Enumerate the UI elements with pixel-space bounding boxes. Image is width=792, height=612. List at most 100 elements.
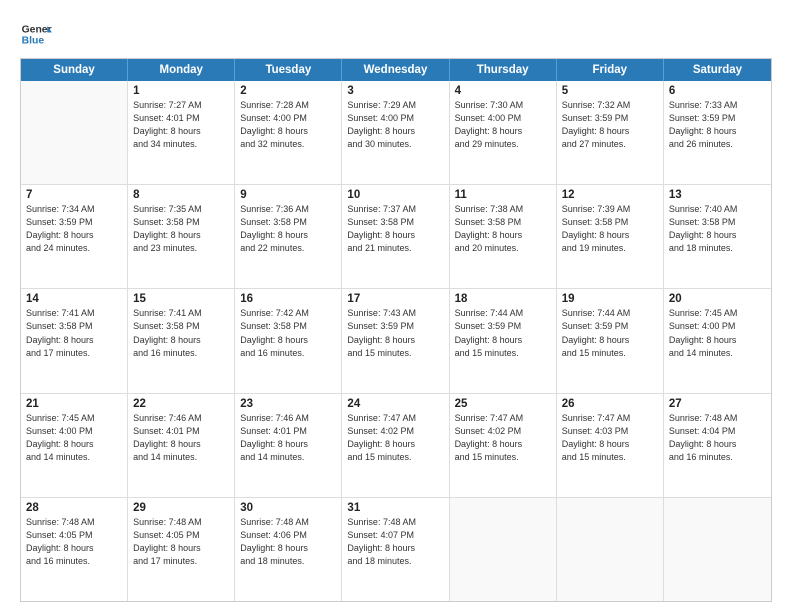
calendar-cell: 6 Sunrise: 7:33 AM Sunset: 3:59 PM Daylig… [664, 81, 771, 184]
day-info: Sunrise: 7:47 AM Sunset: 4:03 PM Dayligh… [562, 412, 658, 464]
day-info: Sunrise: 7:42 AM Sunset: 3:58 PM Dayligh… [240, 307, 336, 359]
day-number: 31 [347, 502, 443, 514]
calendar-cell: 14Sunrise: 7:41 AM Sunset: 3:58 PM Dayli… [21, 289, 128, 392]
calendar-cell: 28 Sunrise: 7:48 AM Sunset: 4:05 PM Dayli… [21, 498, 128, 601]
day-info: Sunrise: 7:28 AM Sunset: 4:00 PM Dayligh… [240, 99, 336, 151]
calendar-cell: 12 Sunrise: 7:39 AM Sunset: 3:58 PM Dayli… [557, 185, 664, 288]
day-info: Sunrise: 7:48 AM Sunset: 4:06 PM Dayligh… [240, 516, 336, 568]
calendar-cell: 23 Sunrise: 7:46 AM Sunset: 4:01 PM Dayli… [235, 394, 342, 497]
day-number: 7 [26, 189, 122, 201]
day-number: 24 [347, 398, 443, 410]
calendar-cell: 29 Sunrise: 7:48 AM Sunset: 4:05 PM Dayli… [128, 498, 235, 601]
day-number: 28 [26, 502, 122, 514]
header-day-saturday: Saturday [664, 59, 771, 81]
day-number: 30 [240, 502, 336, 514]
calendar-cell: 20Sunrise: 7:45 AM Sunset: 4:00 PM Dayli… [664, 289, 771, 392]
day-number: 18 [455, 293, 551, 305]
day-info: Sunrise: 7:48 AM Sunset: 4:04 PM Dayligh… [669, 412, 766, 464]
svg-text:Blue: Blue [22, 36, 45, 47]
day-number: 5 [562, 85, 658, 97]
calendar-cell [450, 498, 557, 601]
day-number: 1 [133, 85, 229, 97]
calendar-cell: 13Sunrise: 7:40 AM Sunset: 3:58 PM Dayli… [664, 185, 771, 288]
day-number: 12 [562, 189, 658, 201]
day-info: Sunrise: 7:37 AM Sunset: 3:58 PM Dayligh… [347, 203, 443, 255]
day-number: 23 [240, 398, 336, 410]
day-info: Sunrise: 7:47 AM Sunset: 4:02 PM Dayligh… [455, 412, 551, 464]
day-info: Sunrise: 7:40 AM Sunset: 3:58 PM Dayligh… [669, 203, 766, 255]
day-info: Sunrise: 7:43 AM Sunset: 3:59 PM Dayligh… [347, 307, 443, 359]
calendar-week-3: 14Sunrise: 7:41 AM Sunset: 3:58 PM Dayli… [21, 289, 771, 393]
calendar-week-2: 7 Sunrise: 7:34 AM Sunset: 3:59 PM Daylig… [21, 185, 771, 289]
calendar-cell: 27 Sunrise: 7:48 AM Sunset: 4:04 PM Dayli… [664, 394, 771, 497]
header-day-thursday: Thursday [450, 59, 557, 81]
calendar-cell: 5Sunrise: 7:32 AM Sunset: 3:59 PM Daylig… [557, 81, 664, 184]
day-number: 10 [347, 189, 443, 201]
day-info: Sunrise: 7:47 AM Sunset: 4:02 PM Dayligh… [347, 412, 443, 464]
calendar-cell: 17 Sunrise: 7:43 AM Sunset: 3:59 PM Dayli… [342, 289, 449, 392]
day-info: Sunrise: 7:44 AM Sunset: 3:59 PM Dayligh… [455, 307, 551, 359]
day-number: 17 [347, 293, 443, 305]
calendar-cell: 16 Sunrise: 7:42 AM Sunset: 3:58 PM Dayli… [235, 289, 342, 392]
calendar-body: 1 Sunrise: 7:27 AM Sunset: 4:01 PM Daylig… [21, 81, 771, 601]
calendar-header: SundayMondayTuesdayWednesdayThursdayFrid… [21, 59, 771, 81]
header-day-sunday: Sunday [21, 59, 128, 81]
calendar-page: General Blue SundayMondayTuesdayWednesda… [0, 0, 792, 612]
calendar-cell: 3 Sunrise: 7:29 AM Sunset: 4:00 PM Daylig… [342, 81, 449, 184]
day-info: Sunrise: 7:41 AM Sunset: 3:58 PM Dayligh… [133, 307, 229, 359]
calendar-cell: 25Sunrise: 7:47 AM Sunset: 4:02 PM Dayli… [450, 394, 557, 497]
day-number: 4 [455, 85, 551, 97]
calendar-week-4: 21 Sunrise: 7:45 AM Sunset: 4:00 PM Dayli… [21, 394, 771, 498]
logo-icon: General Blue [20, 18, 52, 50]
day-info: Sunrise: 7:46 AM Sunset: 4:01 PM Dayligh… [240, 412, 336, 464]
day-info: Sunrise: 7:45 AM Sunset: 4:00 PM Dayligh… [669, 307, 766, 359]
day-number: 9 [240, 189, 336, 201]
calendar-cell: 10 Sunrise: 7:37 AM Sunset: 3:58 PM Dayli… [342, 185, 449, 288]
day-info: Sunrise: 7:33 AM Sunset: 3:59 PM Dayligh… [669, 99, 766, 151]
day-number: 2 [240, 85, 336, 97]
day-number: 29 [133, 502, 229, 514]
calendar-cell: 8Sunrise: 7:35 AM Sunset: 3:58 PM Daylig… [128, 185, 235, 288]
day-number: 26 [562, 398, 658, 410]
day-number: 19 [562, 293, 658, 305]
header-day-wednesday: Wednesday [342, 59, 449, 81]
day-number: 21 [26, 398, 122, 410]
day-info: Sunrise: 7:48 AM Sunset: 4:05 PM Dayligh… [26, 516, 122, 568]
day-info: Sunrise: 7:30 AM Sunset: 4:00 PM Dayligh… [455, 99, 551, 151]
page-header: General Blue [20, 18, 772, 50]
calendar-cell: 7 Sunrise: 7:34 AM Sunset: 3:59 PM Daylig… [21, 185, 128, 288]
calendar-cell: 18 Sunrise: 7:44 AM Sunset: 3:59 PM Dayli… [450, 289, 557, 392]
calendar-cell: 22Sunrise: 7:46 AM Sunset: 4:01 PM Dayli… [128, 394, 235, 497]
calendar-cell [21, 81, 128, 184]
calendar-week-5: 28 Sunrise: 7:48 AM Sunset: 4:05 PM Dayli… [21, 498, 771, 601]
calendar-cell: 21 Sunrise: 7:45 AM Sunset: 4:00 PM Dayli… [21, 394, 128, 497]
day-info: Sunrise: 7:39 AM Sunset: 3:58 PM Dayligh… [562, 203, 658, 255]
day-number: 6 [669, 85, 766, 97]
header-day-friday: Friday [557, 59, 664, 81]
calendar-cell [557, 498, 664, 601]
day-number: 3 [347, 85, 443, 97]
calendar-cell: 30 Sunrise: 7:48 AM Sunset: 4:06 PM Dayli… [235, 498, 342, 601]
day-number: 27 [669, 398, 766, 410]
day-info: Sunrise: 7:29 AM Sunset: 4:00 PM Dayligh… [347, 99, 443, 151]
day-info: Sunrise: 7:45 AM Sunset: 4:00 PM Dayligh… [26, 412, 122, 464]
calendar-cell: 11 Sunrise: 7:38 AM Sunset: 3:58 PM Dayli… [450, 185, 557, 288]
calendar-cell: 15Sunrise: 7:41 AM Sunset: 3:58 PM Dayli… [128, 289, 235, 392]
calendar-cell: 4 Sunrise: 7:30 AM Sunset: 4:00 PM Daylig… [450, 81, 557, 184]
day-info: Sunrise: 7:48 AM Sunset: 4:05 PM Dayligh… [133, 516, 229, 568]
day-info: Sunrise: 7:46 AM Sunset: 4:01 PM Dayligh… [133, 412, 229, 464]
header-day-tuesday: Tuesday [235, 59, 342, 81]
calendar-cell: 24 Sunrise: 7:47 AM Sunset: 4:02 PM Dayli… [342, 394, 449, 497]
calendar-cell: 9 Sunrise: 7:36 AM Sunset: 3:58 PM Daylig… [235, 185, 342, 288]
day-info: Sunrise: 7:27 AM Sunset: 4:01 PM Dayligh… [133, 99, 229, 151]
day-info: Sunrise: 7:44 AM Sunset: 3:59 PM Dayligh… [562, 307, 658, 359]
day-number: 16 [240, 293, 336, 305]
day-info: Sunrise: 7:38 AM Sunset: 3:58 PM Dayligh… [455, 203, 551, 255]
day-info: Sunrise: 7:41 AM Sunset: 3:58 PM Dayligh… [26, 307, 122, 359]
calendar: SundayMondayTuesdayWednesdayThursdayFrid… [20, 58, 772, 602]
day-number: 11 [455, 189, 551, 201]
day-info: Sunrise: 7:34 AM Sunset: 3:59 PM Dayligh… [26, 203, 122, 255]
day-info: Sunrise: 7:36 AM Sunset: 3:58 PM Dayligh… [240, 203, 336, 255]
day-info: Sunrise: 7:48 AM Sunset: 4:07 PM Dayligh… [347, 516, 443, 568]
calendar-cell: 31 Sunrise: 7:48 AM Sunset: 4:07 PM Dayli… [342, 498, 449, 601]
